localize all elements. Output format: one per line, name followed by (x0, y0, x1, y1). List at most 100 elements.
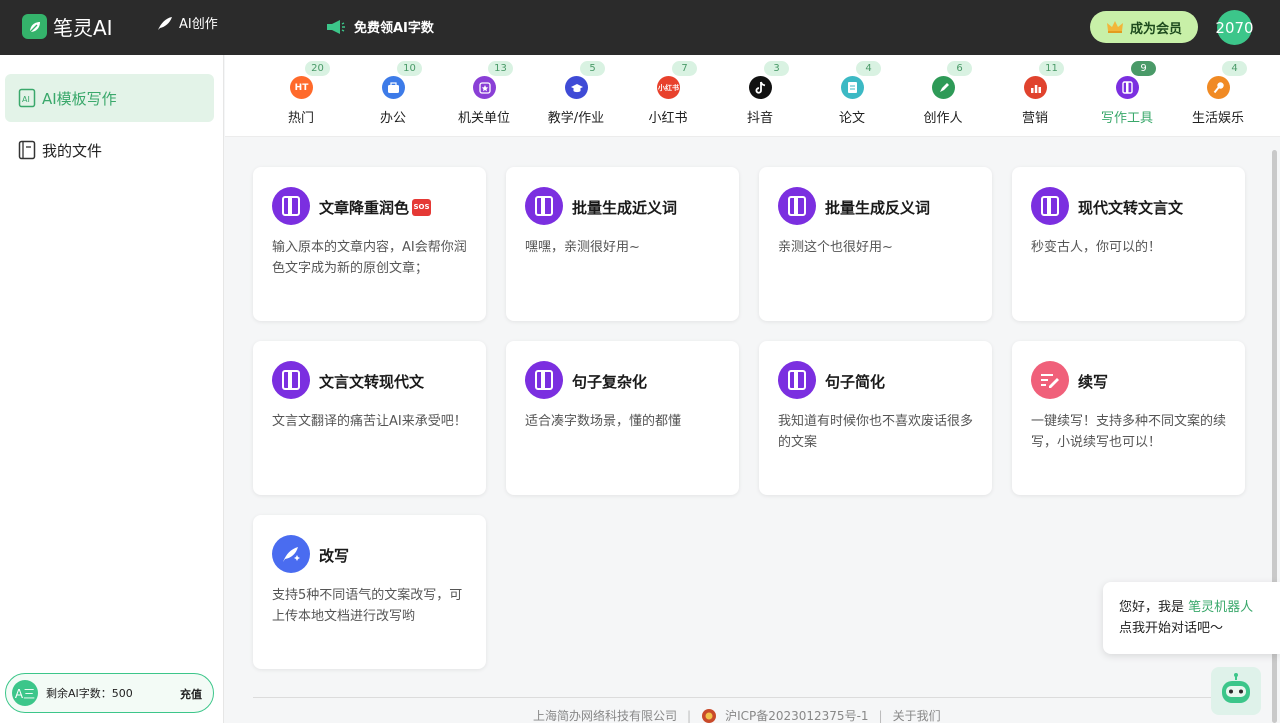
star-badge-icon (473, 76, 496, 99)
card-title: 句子简化 (825, 371, 885, 392)
card-description: 我知道有时候你也不喜欢废话很多的文案 (778, 414, 974, 450)
feather-icon (158, 16, 172, 30)
user-avatar[interactable]: 2070 (1215, 10, 1254, 45)
tab-category[interactable]: 4 生活娱乐 (1172, 55, 1264, 137)
card-title: 续写 (1078, 371, 1108, 392)
notebook-icon (778, 361, 816, 399)
card-description: 嘿嘿，亲测很好用~ (525, 240, 640, 255)
category-label: 热门 (287, 111, 314, 126)
template-writing-icon: AI (18, 88, 36, 108)
category-count-badge: 6 (947, 61, 972, 76)
tab-category[interactable]: 4 论文 (806, 55, 898, 137)
nav-free-words[interactable]: 免费领AI字数 (326, 17, 434, 36)
card-description: 适合凑字数场景，懂的都懂 (525, 414, 682, 429)
chat-greeting: 您好，我是 (1119, 600, 1185, 615)
category-label: 小红书 (648, 111, 688, 126)
bar-chart-icon (1024, 76, 1047, 99)
category-label: 机关单位 (457, 111, 510, 126)
card-title: 句子复杂化 (572, 371, 647, 392)
app-name: 笔灵AI (53, 16, 113, 40)
nav-ai-create-label: AI创作 (179, 17, 218, 32)
card-title-text: 续写 (1078, 373, 1109, 391)
graduation-cap-icon (565, 76, 588, 99)
edit-plus-icon (1031, 361, 1069, 399)
template-card[interactable]: 现代文转文言文 秒变古人，你可以的！ (1012, 167, 1245, 321)
notebook-icon (525, 361, 563, 399)
become-member-button[interactable]: 成为会员 (1090, 11, 1198, 43)
hot-icon: HT (290, 76, 313, 99)
template-card[interactable]: 改写 支持5种不同语气的文案改写，可上传本地文档进行改写哟 (253, 515, 486, 669)
category-count-badge: 20 (305, 61, 330, 76)
category-count-badge: 9 (1131, 61, 1156, 76)
chat-bubble[interactable]: 您好，我是 笔灵机器人 点我开始对话吧～ (1103, 582, 1280, 654)
become-member-label: 成为会员 (1129, 21, 1182, 37)
crown-icon (1106, 21, 1123, 33)
tab-category[interactable]: 9 写作工具 (1081, 55, 1173, 137)
card-title: 现代文转文言文 (1078, 197, 1183, 218)
app-logo[interactable]: 笔灵AI (22, 12, 113, 41)
sidebar-item-my-files[interactable]: 我的文件 (5, 126, 214, 174)
card-title: 批量生成近义词 (572, 197, 677, 218)
document-icon (18, 140, 36, 160)
paper-icon (841, 76, 864, 99)
sidebar: AI AI模板写作 我的文件 A三 剩余AI字数：500 充值 (0, 55, 224, 723)
tab-category[interactable]: 6 创作人 (897, 55, 989, 137)
template-card[interactable]: 续写一键续写！支持多种不同文案的续写，小说续写也可以！ (1012, 341, 1245, 495)
template-card[interactable]: 文言文转现代文文言文翻译的痛苦让AI来承受吧！ (253, 341, 486, 495)
category-count-badge: 10 (397, 61, 422, 76)
category-label: 教学/作业 (547, 111, 605, 126)
category-count-badge: 4 (1222, 61, 1247, 76)
notebook-icon (778, 187, 816, 225)
card-title-text: 文章降重润色 (319, 199, 410, 217)
sos-emoji-icon: SOS (412, 199, 432, 216)
card-title-text: 批量生成近义词 (572, 199, 678, 217)
leaf-logo-icon (22, 14, 47, 39)
microphone-icon (1207, 76, 1230, 99)
remaining-quota: A三 剩余AI字数：500 充值 (5, 673, 214, 713)
quota-label: 剩余AI字数：500 (46, 687, 133, 700)
category-count-badge: 11 (1039, 61, 1064, 76)
footer-about-link[interactable]: 关于我们 (893, 707, 941, 723)
tab-category[interactable]: 5 教学/作业 (530, 55, 622, 137)
sidebar-item-label: 我的文件 (42, 141, 103, 160)
tab-category[interactable]: 3 抖音 (714, 55, 806, 137)
tab-category[interactable]: 11 营销 (989, 55, 1081, 137)
tab-category[interactable]: 13 机关单位 (438, 55, 530, 137)
category-count-badge: 13 (488, 61, 513, 76)
briefcase-icon (382, 76, 405, 99)
svg-text:AI: AI (22, 95, 30, 104)
footer-icp-link[interactable]: 沪ICP备2023012375号-1 (725, 707, 868, 723)
police-badge-icon (702, 708, 717, 723)
category-label: 写作工具 (1100, 111, 1153, 126)
pen-nib-icon (932, 76, 955, 99)
card-title-text: 文言文转现代文 (319, 373, 425, 391)
card-description: 支持5种不同语气的文案改写，可上传本地文档进行改写哟 (272, 588, 463, 624)
tab-category[interactable]: 10 办公 (347, 55, 439, 137)
card-title-text: 批量生成反义词 (825, 199, 931, 217)
tab-category[interactable]: 20 HT 热门 (255, 55, 347, 137)
template-card[interactable]: 批量生成近义词嘿嘿，亲测很好用~ (506, 167, 739, 321)
template-card[interactable]: 句子复杂化适合凑字数场景，懂的都懂 (506, 341, 739, 495)
sidebar-item-ai-template[interactable]: AI AI模板写作 (5, 74, 214, 122)
xiaohongshu-icon: 小红书 (657, 76, 680, 99)
chat-prompt: 点我开始对话吧～ (1119, 621, 1224, 636)
tab-category[interactable]: 7 小红书 小红书 (622, 55, 714, 137)
card-description: 一键续写！支持多种不同文案的续写，小说续写也可以！ (1031, 414, 1227, 450)
card-title: 批量生成反义词 (825, 197, 930, 218)
category-tabs: 20 HT 热门 10 办公 13 机关单位 5 教学/作业 7 小红书 小红书 3 抖音 4 论文 6 创作人 1… (225, 55, 1280, 137)
notebook-icon (525, 187, 563, 225)
nav-ai-create[interactable]: AI创作 (156, 13, 218, 32)
template-card[interactable]: 句子简化我知道有时候你也不喜欢废话很多的文案 (759, 341, 992, 495)
recharge-button[interactable]: 充值 (180, 686, 202, 702)
sidebar-item-label: AI模板写作 (42, 89, 117, 108)
category-label: 抖音 (746, 111, 773, 126)
card-title-text: 现代文转文言文 (1078, 199, 1184, 217)
card-title-text: 句子简化 (825, 373, 886, 391)
template-card[interactable]: 文章降重润色 SOS 输入原本的文章内容，AI会帮你润色文字成为新的原创文章； (253, 167, 486, 321)
category-count-badge: 5 (580, 61, 605, 76)
category-label: 生活娱乐 (1191, 111, 1244, 126)
template-card[interactable]: 批量生成反义词 亲测这个也很好用~ (759, 167, 992, 321)
card-description: 文言文翻译的痛苦让AI来承受吧！ (272, 414, 467, 429)
chatbot-robot-icon[interactable] (1211, 667, 1261, 715)
card-title-text: 句子复杂化 (572, 373, 648, 391)
